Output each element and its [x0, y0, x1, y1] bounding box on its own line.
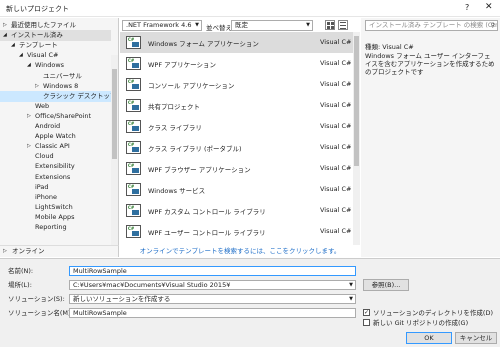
wpf-user-control-icon: C# — [126, 225, 141, 238]
list-view-icon[interactable] — [338, 20, 348, 30]
checkbox-unchecked-icon[interactable] — [363, 319, 370, 326]
class-library-icon: C# — [126, 120, 141, 133]
name-value: MultiRowSample — [73, 267, 127, 275]
template-name: 共有プロジェクト — [148, 103, 200, 111]
template-search-input[interactable]: インストール済み テンプレート の検索 (Ctrl-E) ⚲ — [365, 20, 498, 31]
name-input[interactable]: MultiRowSample — [69, 266, 356, 276]
git-repo-checkbox[interactable]: 新しい Git リポジトリの作成(G) — [363, 318, 468, 328]
solution-label: ソリューション(S): — [8, 295, 65, 303]
template-name: WPF ユーザー コントロール ライブラリ — [148, 229, 266, 237]
title-bar: 新しいプロジェクト ? ✕ — [0, 0, 500, 17]
template-name: Windows サービス — [148, 187, 206, 195]
template-language: Visual C# — [320, 185, 352, 193]
close-button[interactable]: ✕ — [485, 2, 493, 12]
winforms-icon: C# — [126, 36, 141, 49]
template-name: WPF カスタム コントロール ライブラリ — [148, 208, 266, 216]
solution-combo[interactable]: 新しいソリューションを作成する ▼ — [69, 294, 356, 304]
framework-dropdown[interactable]: .NET Framework 4.6 ▼ — [122, 20, 202, 31]
cancel-button[interactable]: キャンセル — [455, 332, 497, 344]
template-row[interactable]: C# WPF ユーザー コントロール ライブラリ Visual C# — [120, 221, 353, 242]
template-type: 種類: Visual C# — [365, 43, 414, 51]
wpf-custom-control-icon: C# — [126, 204, 141, 217]
wpf-browser-icon: C# — [126, 162, 141, 175]
ok-button[interactable]: OK — [406, 332, 452, 344]
project-form: 名前(N): MultiRowSample 場所(L): C:¥Users¥ma… — [0, 258, 500, 347]
search-icon[interactable]: ⚲ — [491, 21, 495, 30]
template-description: Windows フォーム ユーザー インターフェイスを含むアプリケーションを作成… — [365, 52, 495, 76]
browse-button[interactable]: 参照(B)... — [363, 279, 409, 291]
template-row[interactable]: C# WPF ブラウザー アプリケーション Visual C# — [120, 158, 353, 179]
template-row[interactable]: C# 共有プロジェクト Visual C# — [120, 95, 353, 116]
template-language: Visual C# — [320, 227, 352, 235]
template-tree: ▷ 最近使用したファイル ◢ インストール済み ◢ テンプレート ◢ Visual C# ◢ Wi… — [0, 18, 119, 245]
help-button[interactable]: ? — [465, 3, 469, 12]
template-language: Visual C# — [320, 143, 352, 151]
shared-project-icon: C# — [126, 99, 141, 112]
sort-value: 既定 — [235, 21, 248, 29]
expand-arrow-icon[interactable]: ▷ — [3, 246, 7, 257]
template-row[interactable]: C# Windows サービス Visual C# — [120, 179, 353, 200]
create-directory-checkbox[interactable]: ✓ ソリューションのディレクトリを作成(D) — [363, 308, 493, 318]
template-row[interactable]: C# クラス ライブラリ (ポータブル) Visual C# — [120, 137, 353, 158]
chevron-down-icon: ▼ — [195, 22, 199, 28]
template-language: Visual C# — [320, 59, 352, 67]
template-row[interactable]: C# Windows フォーム アプリケーション Visual C# — [120, 32, 353, 53]
tree-item-online[interactable]: ▷ オンライン — [0, 245, 119, 257]
chevron-down-icon: ▼ — [349, 282, 353, 288]
template-language: Visual C# — [320, 80, 352, 88]
template-list: C# Windows フォーム アプリケーション Visual C# C# WPF アプ… — [120, 32, 360, 245]
template-language: Visual C# — [320, 101, 352, 109]
template-row[interactable]: C# WPF アプリケーション Visual C# — [120, 53, 353, 74]
solution-name-label: ソリューション名(M): — [8, 309, 73, 317]
template-name: クラス ライブラリ (ポータブル) — [148, 145, 242, 153]
chevron-down-icon: ▼ — [306, 22, 310, 28]
online-search-link[interactable]: オンラインでテンプレートを検索するには、ここをクリックします。 — [120, 245, 360, 257]
sort-label: 並べ替え: — [206, 24, 235, 32]
template-name: Windows フォーム アプリケーション — [148, 40, 259, 48]
chevron-down-icon: ▼ — [349, 296, 353, 302]
template-name: WPF アプリケーション — [148, 61, 217, 69]
solution-value: 新しいソリューションを作成する — [73, 295, 171, 303]
template-language: Visual C# — [320, 164, 352, 172]
tree-item-label: Reporting — [35, 223, 67, 231]
details-pane: インストール済み テンプレート の検索 (Ctrl-E) ⚲ 種類: Visua… — [361, 18, 500, 257]
sort-dropdown[interactable]: 既定 ▼ — [231, 20, 313, 31]
template-name: クラス ライブラリ — [148, 124, 202, 132]
tree-scrollbar[interactable] — [111, 55, 118, 245]
console-icon: C# — [126, 78, 141, 91]
solution-name-value: MultiRowSample — [73, 309, 127, 317]
tree-item-label: オンライン — [12, 247, 45, 255]
template-language: Visual C# — [320, 38, 352, 46]
windows-service-icon: C# — [126, 183, 141, 196]
framework-value: .NET Framework 4.6 — [126, 21, 192, 29]
name-label: 名前(N): — [8, 267, 34, 275]
portable-library-icon: C# — [126, 141, 141, 154]
template-scrollbar-thumb[interactable] — [354, 36, 359, 166]
tree-scrollbar-thumb[interactable] — [112, 69, 117, 159]
location-label: 場所(L): — [8, 281, 32, 289]
template-row[interactable]: C# WPF カスタム コントロール ライブラリ Visual C# — [120, 200, 353, 221]
tree-item[interactable]: Reporting — [0, 222, 111, 233]
template-list-scrollbar[interactable] — [353, 32, 360, 245]
solution-name-input[interactable]: MultiRowSample — [69, 308, 356, 318]
template-row[interactable]: C# コンソール アプリケーション Visual C# — [120, 74, 353, 95]
wpf-app-icon: C# — [126, 57, 141, 70]
medium-icons-view-icon[interactable] — [325, 20, 335, 30]
template-name: コンソール アプリケーション — [148, 82, 235, 90]
template-language: Visual C# — [320, 122, 352, 130]
search-placeholder: インストール済み テンプレート の検索 (Ctrl-E) — [369, 21, 498, 29]
location-value: C:¥Users¥mac¥Documents¥Visual Studio 201… — [73, 281, 231, 289]
template-row[interactable]: C# クラス ライブラリ Visual C# — [120, 116, 353, 137]
window-title: 新しいプロジェクト — [6, 5, 69, 13]
location-combo[interactable]: C:¥Users¥mac¥Documents¥Visual Studio 201… — [69, 280, 356, 290]
template-toolbar: .NET Framework 4.6 ▼ 並べ替え: 既定 ▼ — [120, 18, 360, 32]
checkbox-checked-icon[interactable]: ✓ — [363, 309, 370, 316]
create-directory-label: ソリューションのディレクトリを作成(D) — [373, 309, 493, 317]
git-repo-label: 新しい Git リポジトリの作成(G) — [373, 319, 469, 327]
template-language: Visual C# — [320, 206, 352, 214]
template-name: WPF ブラウザー アプリケーション — [148, 166, 251, 174]
